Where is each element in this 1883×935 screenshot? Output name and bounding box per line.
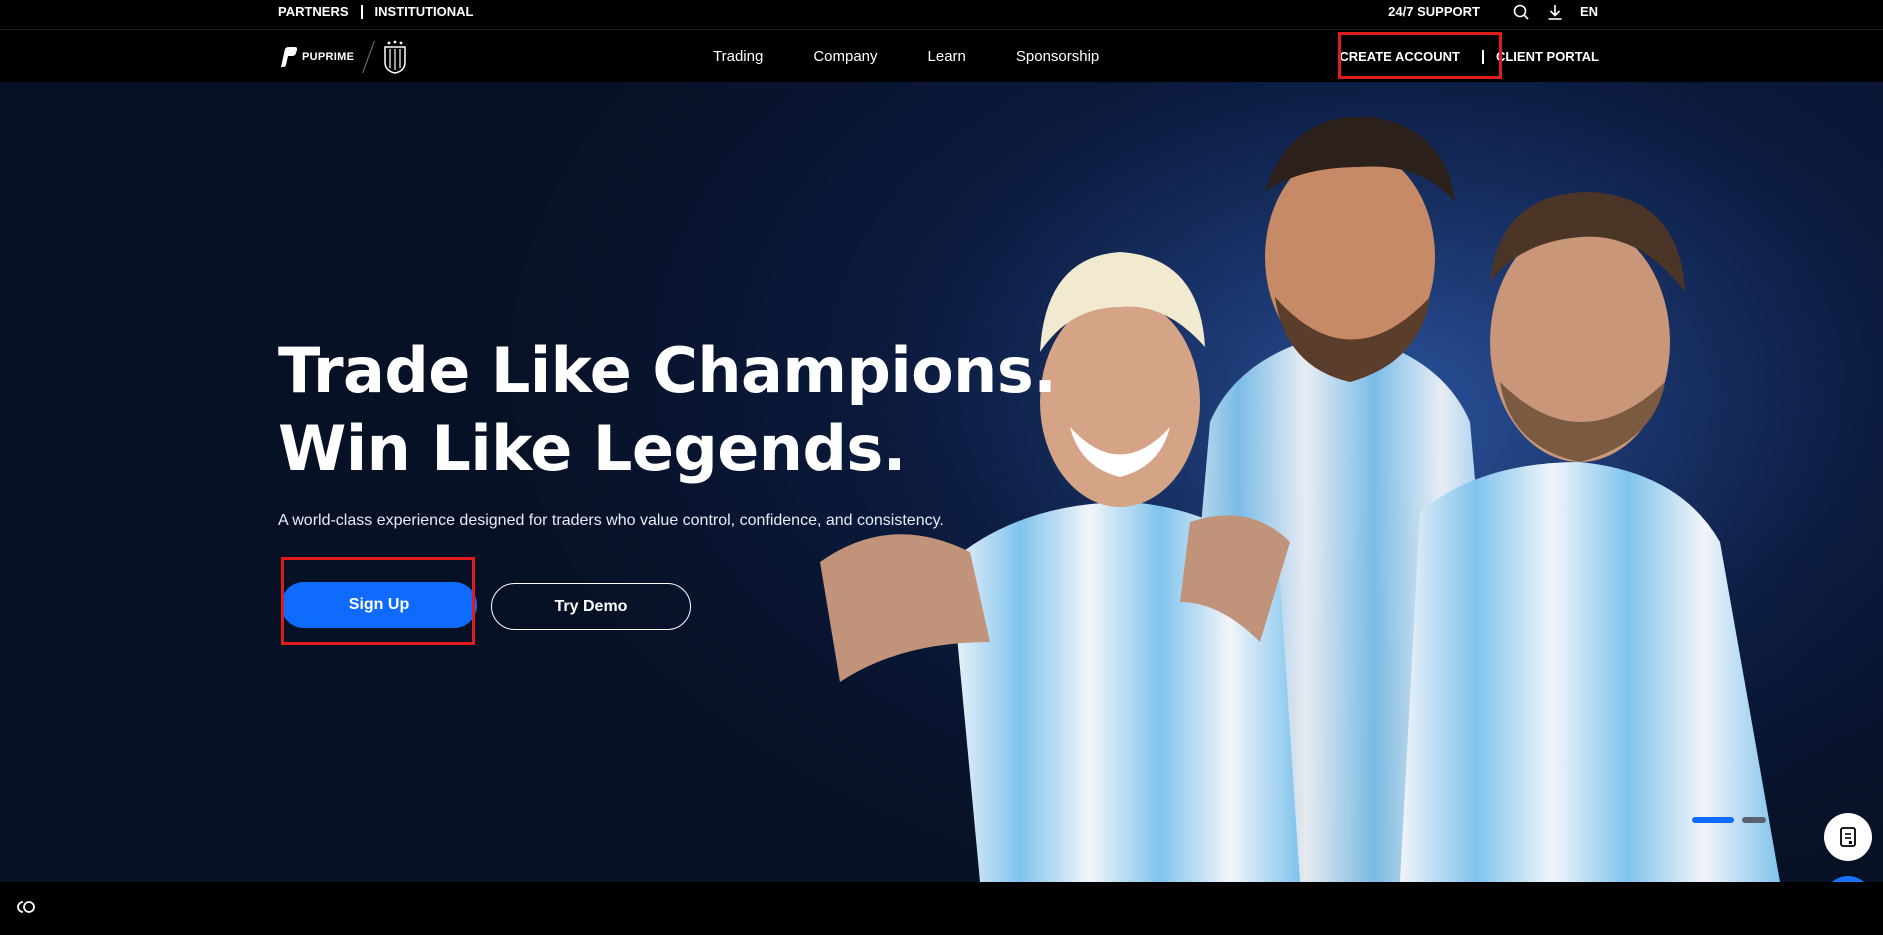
nav-sponsorship[interactable]: Sponsorship (1016, 48, 1099, 65)
carousel-indicators (1692, 817, 1766, 823)
primary-menu: Trading Company Learn Sponsorship (713, 31, 1099, 82)
top-links: PARTNERS INSTITUTIONAL (278, 0, 473, 23)
support-link[interactable]: 24/7 SUPPORT (1388, 4, 1480, 19)
download-icon[interactable] (1546, 3, 1564, 21)
account-actions: CREATE ACCOUNT CLIENT PORTAL (1310, 31, 1599, 82)
partners-link[interactable]: PARTNERS (278, 4, 349, 19)
main-nav: PUPRIME Trading Company Learn Sponsorshi… (0, 31, 1883, 82)
nav-trading[interactable]: Trading (713, 48, 763, 65)
client-portal-link[interactable]: CLIENT PORTAL (1496, 49, 1599, 64)
top-utility-bar: PARTNERS INSTITUTIONAL 24/7 SUPPORT EN (0, 0, 1883, 30)
document-button[interactable] (1824, 813, 1872, 861)
search-icon[interactable] (1512, 3, 1530, 21)
hero-subtitle: A world-class experience designed for tr… (278, 512, 944, 529)
afa-crest-icon (384, 40, 406, 74)
nav-company[interactable]: Company (813, 48, 877, 65)
divider (1481, 49, 1484, 64)
cookie-icon[interactable] (12, 897, 38, 917)
hero-title-line-2: Win Like Legends. (278, 412, 906, 485)
divider (360, 4, 363, 19)
hero-title: Trade Like Champions. Win Like Legends. (278, 332, 1057, 488)
carousel-dot[interactable] (1742, 817, 1766, 823)
brand-name: PUPRIME (302, 51, 355, 63)
hero-section: Trade Like Champions. Win Like Legends. … (0, 82, 1883, 882)
nav-learn[interactable]: Learn (928, 48, 966, 65)
hero-title-line-1: Trade Like Champions. (278, 334, 1057, 407)
institutional-link[interactable]: INSTITUTIONAL (375, 4, 474, 19)
create-account-button[interactable]: CREATE ACCOUNT (1310, 39, 1482, 74)
puprime-logo-icon (281, 47, 298, 67)
language-selector[interactable]: EN (1580, 4, 1598, 19)
document-icon (1840, 827, 1856, 847)
carousel-dot-active[interactable] (1692, 817, 1734, 823)
top-right-links: 24/7 SUPPORT EN (1388, 0, 1598, 23)
bottom-bar (0, 882, 1883, 935)
logo-divider (362, 40, 376, 74)
brand-logo[interactable]: PUPRIME (278, 40, 407, 74)
sign-up-button[interactable]: Sign Up (281, 582, 477, 628)
try-demo-button[interactable]: Try Demo (491, 583, 691, 630)
